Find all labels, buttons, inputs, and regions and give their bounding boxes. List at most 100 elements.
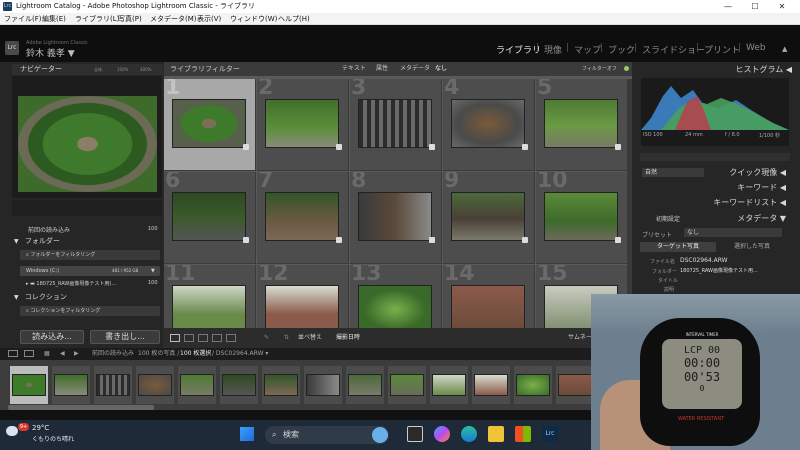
folder-value[interactable]: 180725_RAW画像現像テスト用... [680, 267, 780, 274]
filmstrip-thumb[interactable] [304, 366, 342, 404]
volume-row[interactable]: Windows (C:) 481 / 952 GB ▼ [20, 266, 160, 276]
navigator-image[interactable] [18, 96, 157, 192]
preset-select[interactable]: なし [684, 228, 782, 237]
forward-icon[interactable]: ▶ [74, 348, 79, 360]
copilot-icon[interactable] [434, 426, 450, 442]
file-explorer-icon[interactable] [488, 426, 504, 442]
keyword-list-header[interactable]: キーワードリスト ◀ [636, 196, 786, 209]
compare-view-icon[interactable] [198, 334, 208, 342]
filmstrip-thumb[interactable] [346, 366, 384, 404]
target-photo-tab[interactable]: ターゲット写真 [640, 242, 716, 252]
filmstrip-thumb[interactable] [556, 366, 594, 404]
folder-filter[interactable]: ⌕ フォルダーをフィルタリング [20, 250, 160, 260]
export-button[interactable]: 書き出し... [90, 330, 160, 344]
close-icon[interactable]: ✕ [770, 0, 794, 13]
back-icon[interactable]: ◀ [60, 348, 65, 360]
weather-desc[interactable]: くもりのち晴れ [32, 434, 74, 443]
task-view-icon[interactable] [407, 426, 423, 442]
module-book[interactable]: ブック [608, 43, 635, 56]
menu-file[interactable]: ファイル(F) [4, 13, 42, 25]
prev-import-label[interactable]: 前回の読み込み [28, 225, 70, 234]
keywords-header[interactable]: キーワード ◀ [636, 181, 786, 194]
filter-off[interactable]: フィルターオフ [582, 62, 617, 76]
maximize-icon[interactable]: ☐ [743, 0, 767, 13]
windows-start-icon[interactable] [240, 427, 254, 441]
weather-temp[interactable]: 29°C [32, 424, 49, 432]
filmstrip-thumb[interactable] [262, 366, 300, 404]
grid-cell[interactable]: 7 [257, 172, 349, 264]
menu-help[interactable]: ヘルプ(H) [278, 13, 310, 25]
screen-2-icon[interactable] [24, 350, 34, 357]
menu-metadata[interactable]: メタデータ(M) [150, 13, 197, 25]
loupe-view-icon[interactable] [184, 334, 194, 342]
import-button[interactable]: 読み込み... [20, 330, 84, 344]
grid-view-icon[interactable] [170, 334, 180, 342]
store-icon[interactable] [515, 426, 531, 442]
grid-cell[interactable]: 13 [350, 265, 442, 328]
source-label[interactable]: 前回の読み込み [92, 348, 134, 360]
identity-name[interactable]: 鈴木 義孝 ▼ [26, 46, 75, 59]
filter-text[interactable]: テキスト [342, 62, 366, 76]
filmstrip-thumb[interactable] [52, 366, 90, 404]
module-print[interactable]: プリント [704, 43, 740, 56]
filmstrip-thumb[interactable] [220, 366, 258, 404]
filter-attribute[interactable]: 属性 [376, 62, 388, 76]
selected-photos-tab[interactable]: 選択した写真 [716, 242, 788, 252]
grid-cell[interactable]: 3 [350, 79, 442, 171]
people-view-icon[interactable] [226, 334, 236, 342]
menu-window[interactable]: ウィンドウ(W) [230, 13, 277, 25]
filter-metadata[interactable]: メタデータ [400, 62, 430, 76]
filmstrip-thumb[interactable] [472, 366, 510, 404]
quick-develop-header[interactable]: クイック現像 ◀ [636, 166, 786, 179]
metadata-header[interactable]: メタデータ ▼ [636, 212, 786, 225]
grid-cell[interactable]: 10 [536, 172, 628, 264]
menu-view[interactable]: 表示(V) [197, 13, 221, 25]
filmstrip-thumb[interactable] [178, 366, 216, 404]
sort-direction-icon[interactable]: ⇅ [284, 328, 289, 348]
module-map[interactable]: マップ [574, 43, 601, 56]
grid-cell[interactable]: 8 [350, 172, 442, 264]
sort-value[interactable]: 撮影日時 [336, 328, 360, 348]
taskbar-search[interactable]: ⌕ 検索 [265, 426, 389, 444]
module-library[interactable]: ライブラリ [496, 43, 541, 56]
lightroom-taskbar-icon[interactable]: Lrc [542, 426, 558, 442]
current-file[interactable]: / DSC02964.ARW ▾ [212, 348, 268, 360]
grid-small-icon[interactable]: ▦ [44, 348, 50, 360]
grid-cell[interactable]: 14 [443, 265, 535, 328]
painter-icon[interactable]: ✎ [264, 328, 269, 348]
folder-item[interactable]: ▸ ▬ 180725_RAW画像現像テスト用(... [26, 280, 160, 287]
module-develop[interactable]: 現像 [544, 43, 562, 56]
grid-cell[interactable]: 2 [257, 79, 349, 171]
filmstrip-thumb[interactable] [430, 366, 468, 404]
grid-cell[interactable]: 4 [443, 79, 535, 171]
folders-header[interactable]: ▼ フォルダー [12, 236, 163, 247]
survey-view-icon[interactable] [212, 334, 222, 342]
edge-icon[interactable] [461, 426, 477, 442]
grid-cell[interactable]: 6 [164, 172, 256, 264]
filmstrip-thumb[interactable] [94, 366, 132, 404]
filmstrip-thumb[interactable] [388, 366, 426, 404]
module-web[interactable]: Web [746, 43, 766, 53]
collection-filter[interactable]: ⌕ コレクションをフィルタリング [20, 306, 160, 316]
menu-photo[interactable]: 写真(P) [118, 13, 142, 25]
filter-none[interactable]: なし [435, 62, 447, 76]
menu-edit[interactable]: 編集(E) [42, 13, 66, 25]
collections-header[interactable]: ▼ コレクション [12, 292, 163, 303]
grid-cell[interactable]: 9 [443, 172, 535, 264]
grid-cell[interactable]: 11 [164, 265, 256, 328]
grid-cell[interactable]: 12 [257, 265, 349, 328]
histogram-header[interactable]: ヒストグラム ◀ [632, 64, 792, 76]
screen-1-icon[interactable] [8, 350, 18, 357]
zoom-300[interactable]: 300% [140, 67, 151, 72]
zoom-100[interactable]: 100% [117, 67, 128, 72]
lock-icon[interactable] [624, 66, 629, 71]
minimize-icon[interactable]: — [716, 0, 740, 13]
widget-icon[interactable] [372, 427, 388, 443]
grid-cell[interactable]: 1 [164, 79, 256, 171]
filmstrip-thumb[interactable] [10, 366, 48, 404]
filmstrip-thumb[interactable] [514, 366, 552, 404]
menu-library[interactable]: ライブラリ(L) [75, 13, 119, 25]
zoom-fit[interactable]: 全体 [94, 67, 102, 73]
panel-toggle-icon[interactable]: ▲ [782, 45, 787, 53]
filmstrip-thumb[interactable] [136, 366, 174, 404]
